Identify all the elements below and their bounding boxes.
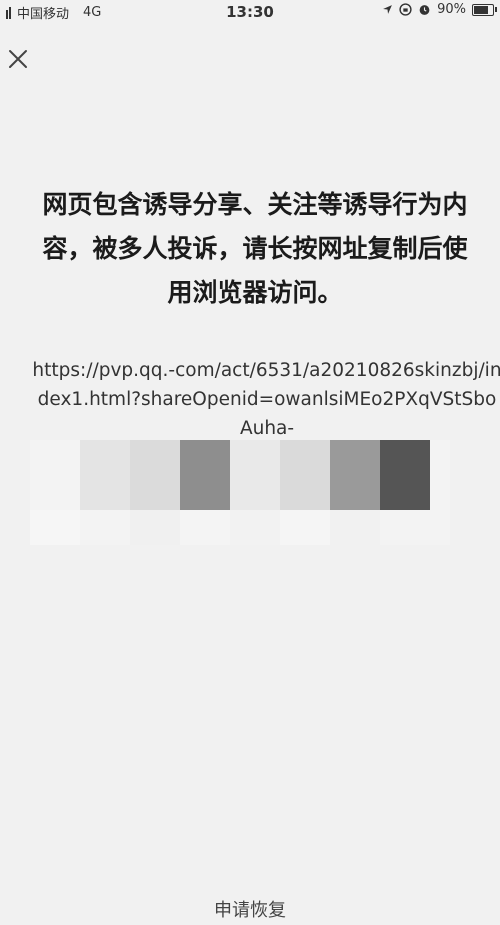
blocked-url[interactable]: https://pvp.qq.-com/act/6531/a20210826sk… [32, 356, 500, 443]
mosaic-block [130, 440, 180, 510]
location-icon [383, 5, 392, 14]
mosaic-block [80, 440, 130, 510]
appeal-restore-link[interactable]: 申请恢复 [0, 897, 500, 925]
mosaic-block [30, 440, 80, 510]
battery-percent: 90% [437, 2, 466, 17]
alarm-icon [419, 5, 430, 15]
mosaic-block [180, 440, 230, 510]
status-bar: 中国移动 4G 13:30 90% [0, 0, 500, 26]
warning-message: 网页包含诱导分享、关注等诱导行为内容，被多人投诉，请长按网址复制后使用浏览器访问… [42, 190, 468, 307]
mosaic-row-bottom [30, 510, 430, 545]
close-button[interactable] [5, 46, 31, 72]
close-icon [9, 50, 27, 68]
status-right: 90% [382, 2, 497, 17]
mosaic-block [280, 440, 330, 510]
battery-icon [472, 3, 497, 16]
battery-fill [474, 5, 489, 14]
mosaic-block [330, 440, 380, 510]
mosaic-block [380, 440, 430, 510]
mosaic-block [230, 440, 280, 510]
rotation-lock-icon [399, 3, 412, 16]
mosaic-overlay [30, 440, 450, 545]
mosaic-row-top [30, 440, 430, 510]
